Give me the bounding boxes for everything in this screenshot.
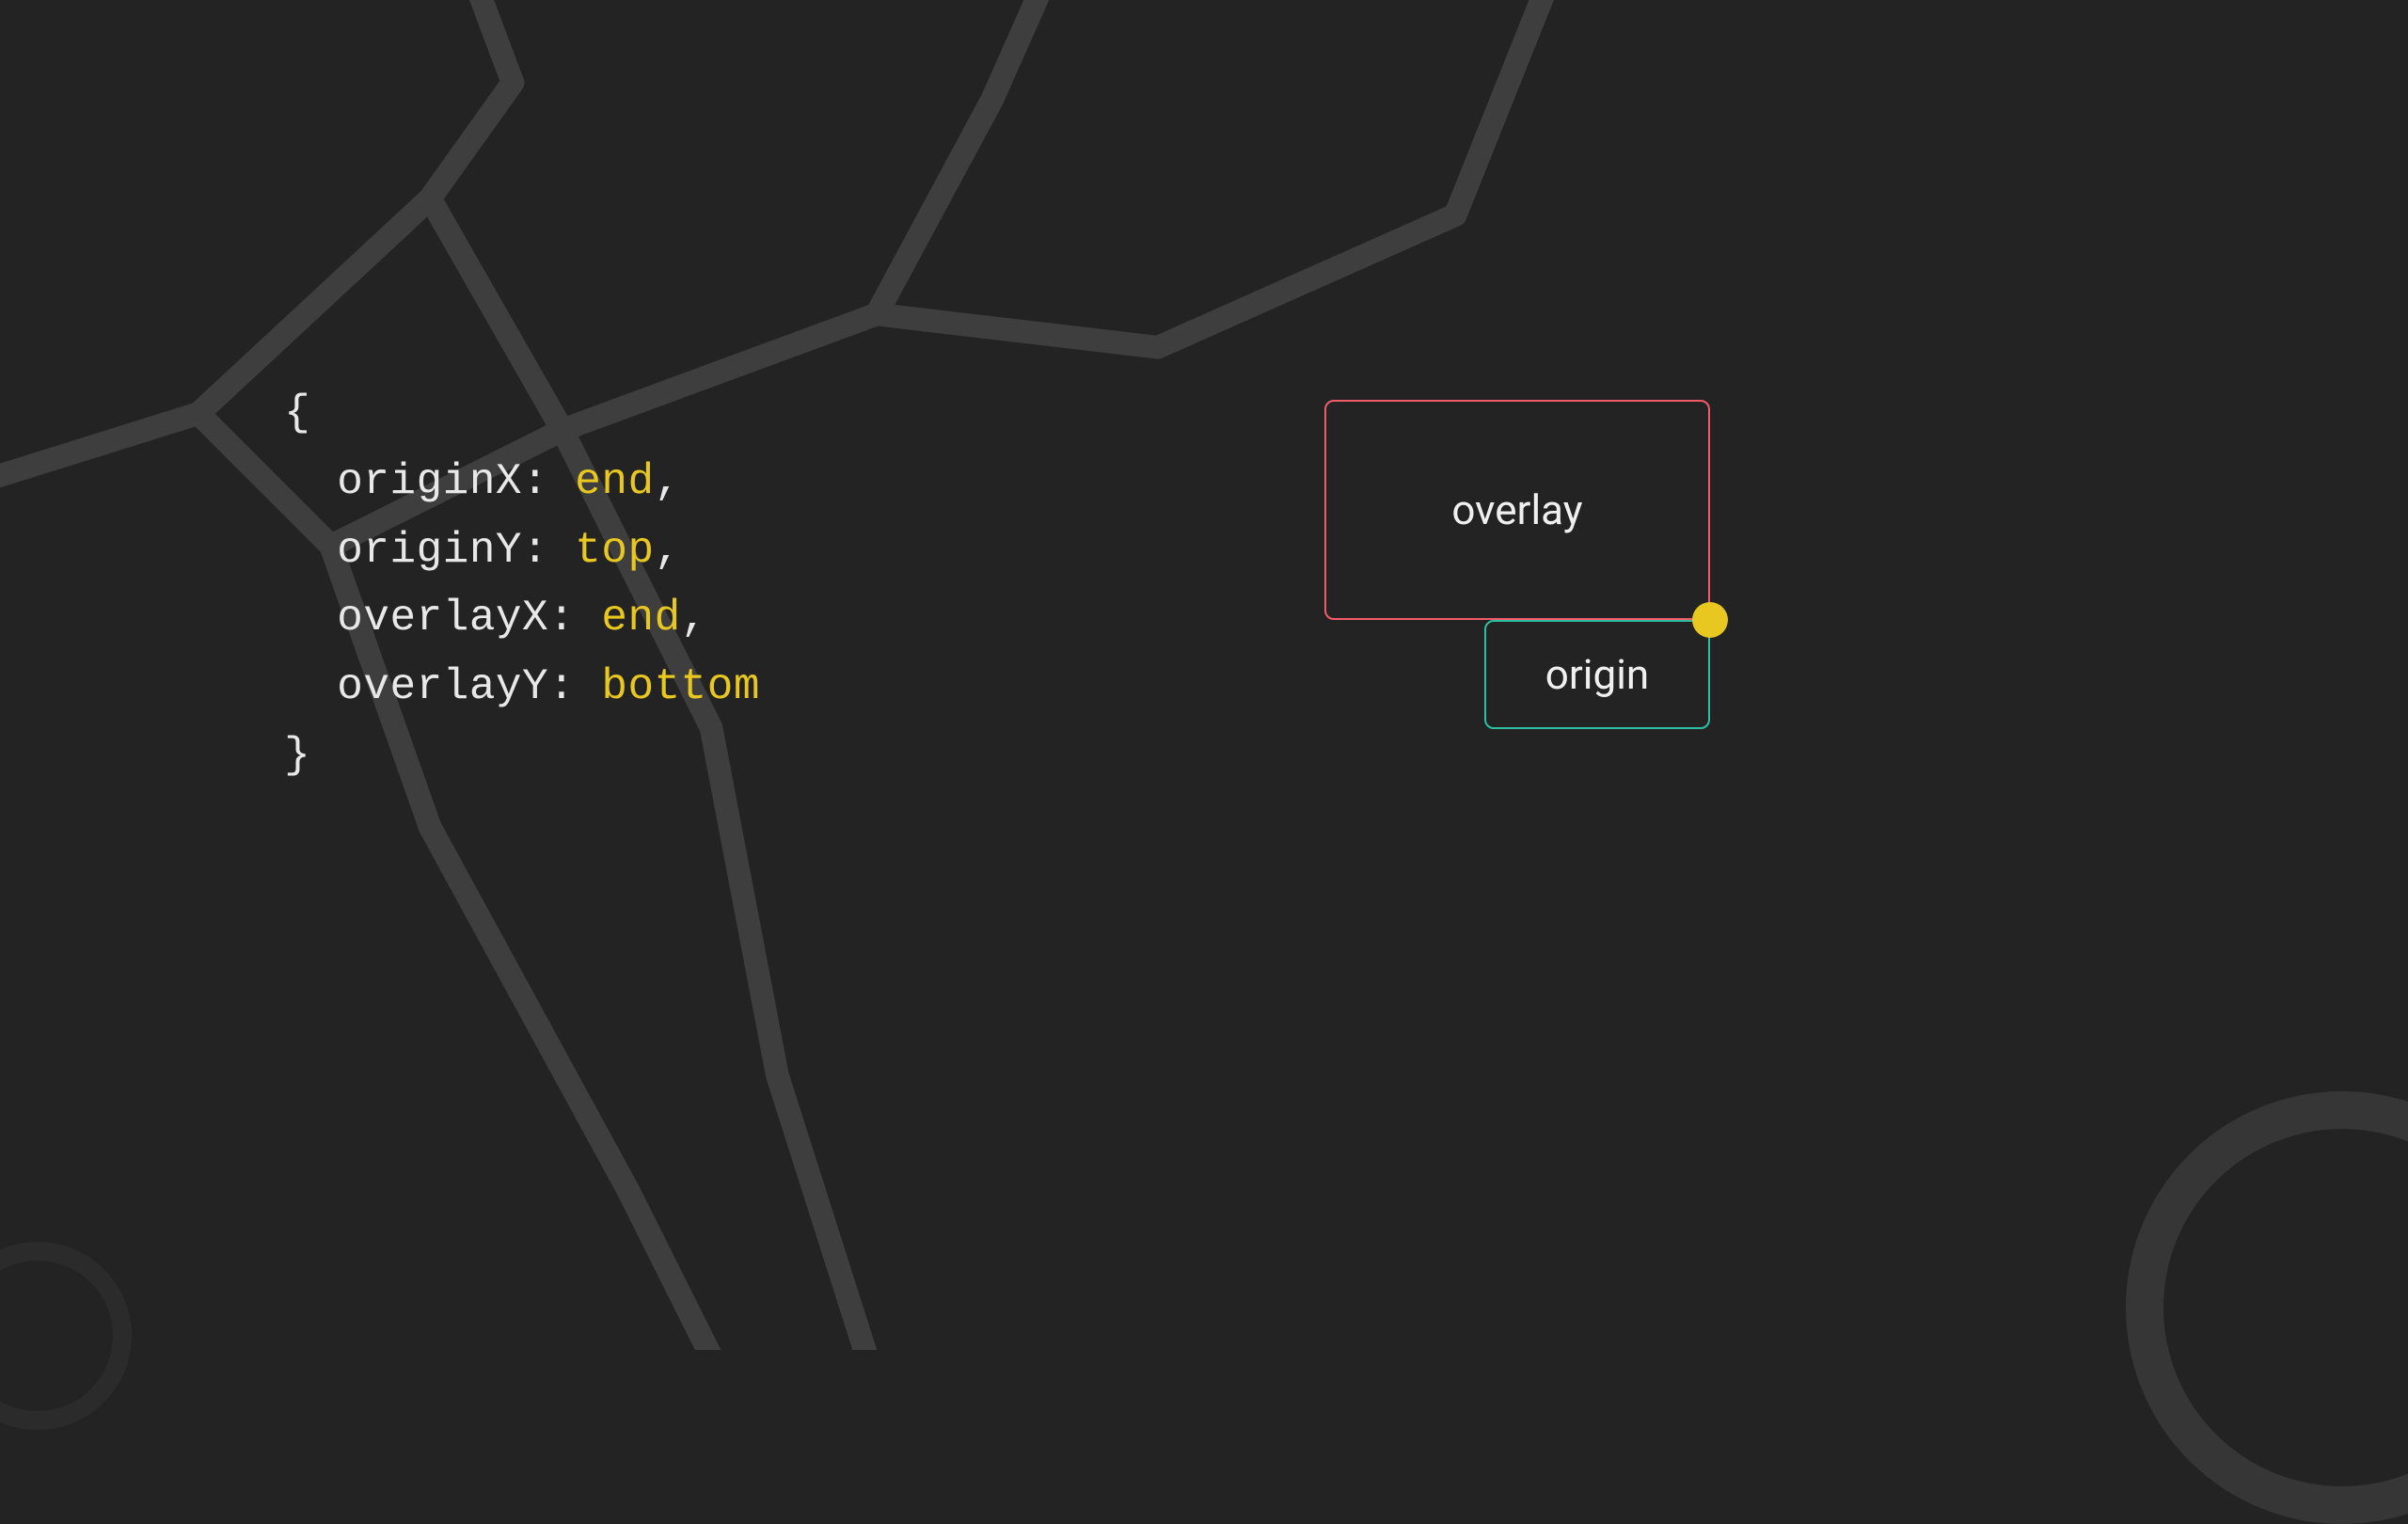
code-key: originY — [337, 526, 522, 575]
origin-rectangle: origin — [1484, 620, 1710, 729]
code-key: overlayX — [337, 594, 548, 643]
code-snippet: { originX: end, originY: top, overlayX: … — [284, 379, 760, 789]
code-value: top — [575, 526, 654, 575]
origin-label: origin — [1545, 650, 1649, 699]
overlay-rectangle: overlay — [1324, 400, 1710, 620]
code-key: originX — [337, 457, 522, 506]
overlay-label: overlay — [1451, 485, 1582, 534]
code-value: bottom — [601, 662, 760, 711]
code-value: end — [575, 457, 654, 506]
connection-dot-icon — [1692, 602, 1728, 638]
position-diagram: overlay origin — [1324, 400, 1719, 786]
code-value: end — [601, 594, 680, 643]
code-key: overlayY — [337, 662, 548, 711]
